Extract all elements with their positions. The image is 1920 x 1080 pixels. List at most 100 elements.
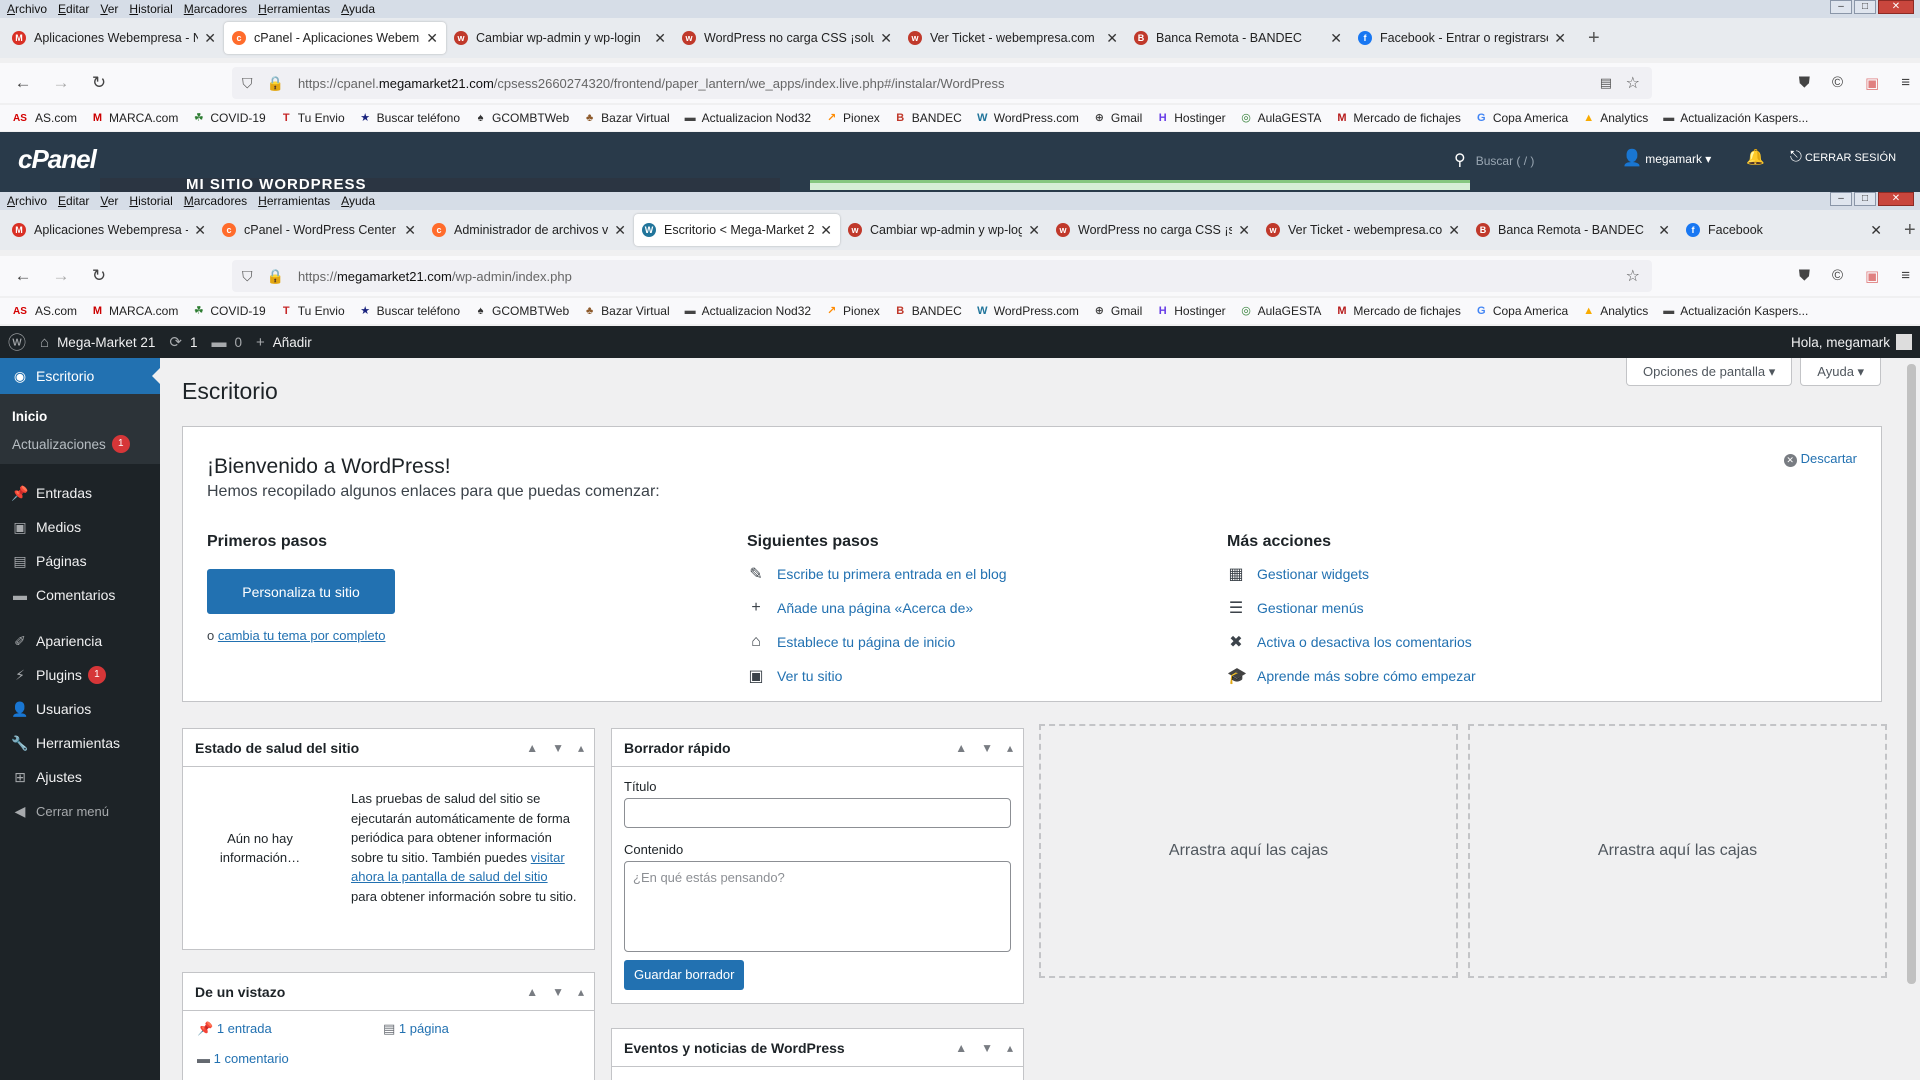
bookmark-item[interactable]: ▲ Analytics	[1582, 304, 1648, 318]
submenu-item-home[interactable]: Inicio	[0, 402, 160, 430]
welcome-link[interactable]: 🎓 Aprende más sobre cómo empezar	[1227, 659, 1476, 693]
move-up-icon[interactable]: ▲	[955, 741, 967, 755]
empty-dropzone[interactable]: Arrastra aquí las cajas	[1039, 724, 1458, 978]
welcome-link[interactable]: ▣ Ver tu sitio	[747, 659, 1007, 693]
lock-icon[interactable]: 🔒	[267, 75, 284, 92]
move-up-icon[interactable]: ▲	[955, 1041, 967, 1055]
extension-icon[interactable]: ▣	[1865, 74, 1879, 92]
welcome-link[interactable]: ▦ Gestionar widgets	[1227, 557, 1476, 591]
menu-herramientas[interactable]: Herramientas	[258, 194, 330, 208]
menu-ayuda[interactable]: Ayuda	[341, 2, 375, 16]
bookmark-item[interactable]: W WordPress.com	[976, 304, 1079, 318]
bookmark-item[interactable]: ▬ Actualización Kaspers...	[1662, 304, 1808, 318]
bookmark-item[interactable]: ⊕ Gmail	[1093, 304, 1142, 318]
close-icon[interactable]: ✕	[820, 222, 832, 239]
bookmark-item[interactable]: ♣ Bazar Virtual	[583, 111, 670, 125]
close-window-button[interactable]: ✕	[1878, 0, 1914, 14]
cpanel-search[interactable]: ⚲ Buscar ( / )	[1454, 150, 1534, 170]
browser-tab[interactable]: w Ver Ticket - webempresa.co ✕	[1258, 214, 1468, 246]
close-icon[interactable]: ✕	[426, 30, 438, 47]
browser-tab[interactable]: w Ver Ticket - webempresa.com ✕	[900, 22, 1126, 54]
bookmark-item[interactable]: M MARCA.com	[91, 111, 178, 125]
comments-link[interactable]: ▬ 0	[211, 334, 242, 351]
forward-icon[interactable]: →	[46, 266, 76, 286]
move-down-icon[interactable]: ▼	[981, 1041, 993, 1055]
cpanel-logout[interactable]: ⎋ CERRAR SESIÓN	[1790, 148, 1896, 165]
add-new-link[interactable]: + Añadir	[256, 334, 312, 351]
bookmark-item[interactable]: M MARCA.com	[91, 304, 178, 318]
bookmark-item[interactable]: ↗ Pionex	[825, 111, 880, 125]
bookmark-item[interactable]: ◎ AulaGESTA	[1240, 304, 1321, 318]
bookmark-item[interactable]: B BANDEC	[894, 111, 962, 125]
menu-historial[interactable]: Historial	[129, 2, 172, 16]
close-icon[interactable]: ✕	[404, 222, 416, 239]
cpanel-logo[interactable]: cPanel	[18, 144, 97, 175]
hamburger-menu-icon[interactable]: ≡	[1901, 267, 1910, 285]
move-down-icon[interactable]: ▼	[552, 741, 564, 755]
sidebar-item-media[interactable]: ▣ Medios	[0, 510, 160, 544]
close-icon[interactable]: ✕	[1238, 222, 1250, 239]
bookmark-item[interactable]: ☘ COVID-19	[192, 111, 266, 125]
wordpress-logo-icon[interactable]: ⓦ	[8, 329, 26, 355]
menu-historial[interactable]: Historial	[129, 194, 172, 208]
close-icon[interactable]: ✕	[1106, 30, 1118, 47]
bookmark-item[interactable]: G Copa America	[1475, 111, 1568, 125]
menu-editar[interactable]: Editar	[58, 2, 89, 16]
account-icon[interactable]: ©	[1832, 74, 1843, 92]
customize-site-button[interactable]: Personaliza tu sitio	[207, 569, 395, 614]
browser-tab[interactable]: c Administrador de archivos v ✕	[424, 214, 634, 246]
sidebar-collapse-menu[interactable]: ◀ Cerrar menú	[0, 794, 160, 828]
pocket-icon[interactable]: ⛊	[1799, 267, 1810, 285]
close-window-button[interactable]: ✕	[1878, 192, 1914, 206]
bookmark-item[interactable]: H Hostinger	[1156, 111, 1226, 125]
bookmark-item[interactable]: B BANDEC	[894, 304, 962, 318]
change-theme-link[interactable]: cambia tu tema por completo	[218, 628, 386, 643]
shield-icon[interactable]: ⛉	[242, 268, 253, 285]
glance-pages[interactable]: ▤ 1 página	[383, 1021, 449, 1037]
browser-tab[interactable]: M Aplicaciones Webempresa - ✕	[4, 214, 214, 246]
welcome-link[interactable]: ☰ Gestionar menús	[1227, 591, 1476, 625]
account-icon[interactable]: ©	[1832, 267, 1843, 285]
bookmark-item[interactable]: ◎ AulaGESTA	[1240, 111, 1321, 125]
close-icon[interactable]: ✕	[880, 30, 892, 47]
move-up-icon[interactable]: ▲	[526, 985, 538, 999]
menu-ver[interactable]: Ver	[100, 2, 118, 16]
bookmark-item[interactable]: ▲ Analytics	[1582, 111, 1648, 125]
bookmark-item[interactable]: H Hostinger	[1156, 304, 1226, 318]
help-button[interactable]: Ayuda ▾	[1800, 358, 1882, 386]
browser-tab[interactable]: W Escritorio < Mega-Market 21 ✕	[634, 214, 840, 246]
bookmark-item[interactable]: ☘ COVID-19	[192, 304, 266, 318]
menu-editar[interactable]: Editar	[58, 194, 89, 208]
close-icon[interactable]: ✕	[654, 30, 666, 47]
welcome-link[interactable]: + Añade una página «Acerca de»	[747, 591, 1007, 625]
browser-tab[interactable]: c cPanel - WordPress Center ✕	[214, 214, 424, 246]
lock-icon[interactable]: 🔒	[267, 268, 284, 285]
move-down-icon[interactable]: ▼	[981, 741, 993, 755]
toggle-icon[interactable]: ▴	[578, 985, 584, 999]
close-icon[interactable]: ✕	[204, 30, 216, 47]
sidebar-item-dashboard[interactable]: ◉ Escritorio	[0, 358, 160, 394]
forward-icon[interactable]: →	[46, 73, 76, 93]
browser-tab[interactable]: w WordPress no carga CSS ¡soluci ✕	[674, 22, 900, 54]
close-icon[interactable]: ✕	[1658, 222, 1670, 239]
new-tab-icon[interactable]: +	[1904, 219, 1916, 242]
close-icon[interactable]: ✕	[1554, 30, 1566, 47]
bookmark-item[interactable]: T Tu Envio	[280, 304, 345, 318]
hamburger-menu-icon[interactable]: ≡	[1901, 74, 1910, 92]
minimize-button[interactable]: –	[1830, 0, 1852, 14]
browser-tab[interactable]: B Banca Remota - BANDEC ✕	[1126, 22, 1350, 54]
bookmark-item[interactable]: M Mercado de fichajes	[1335, 304, 1460, 318]
cpanel-user-menu[interactable]: 👤 megamark ▾	[1622, 148, 1711, 168]
move-up-icon[interactable]: ▲	[526, 741, 538, 755]
draft-title-input[interactable]	[624, 798, 1011, 828]
minimize-button[interactable]: –	[1830, 192, 1852, 206]
url-bar[interactable]: ⛉ 🔒 https://cpanel. megamarket21.com/cpse…	[232, 67, 1652, 99]
browser-tab[interactable]: w WordPress no carga CSS ¡sol ✕	[1048, 214, 1258, 246]
bell-icon[interactable]: 🔔	[1746, 148, 1765, 166]
menu-herramientas[interactable]: Herramientas	[258, 2, 330, 16]
sidebar-item-users[interactable]: 👤 Usuarios	[0, 692, 160, 726]
browser-tab[interactable]: c cPanel - Aplicaciones Webemp ✕	[224, 22, 446, 54]
save-draft-button[interactable]: Guardar borrador	[624, 960, 745, 990]
close-icon[interactable]: ✕	[194, 222, 206, 239]
bookmark-item[interactable]: AS AS.com	[10, 111, 77, 125]
